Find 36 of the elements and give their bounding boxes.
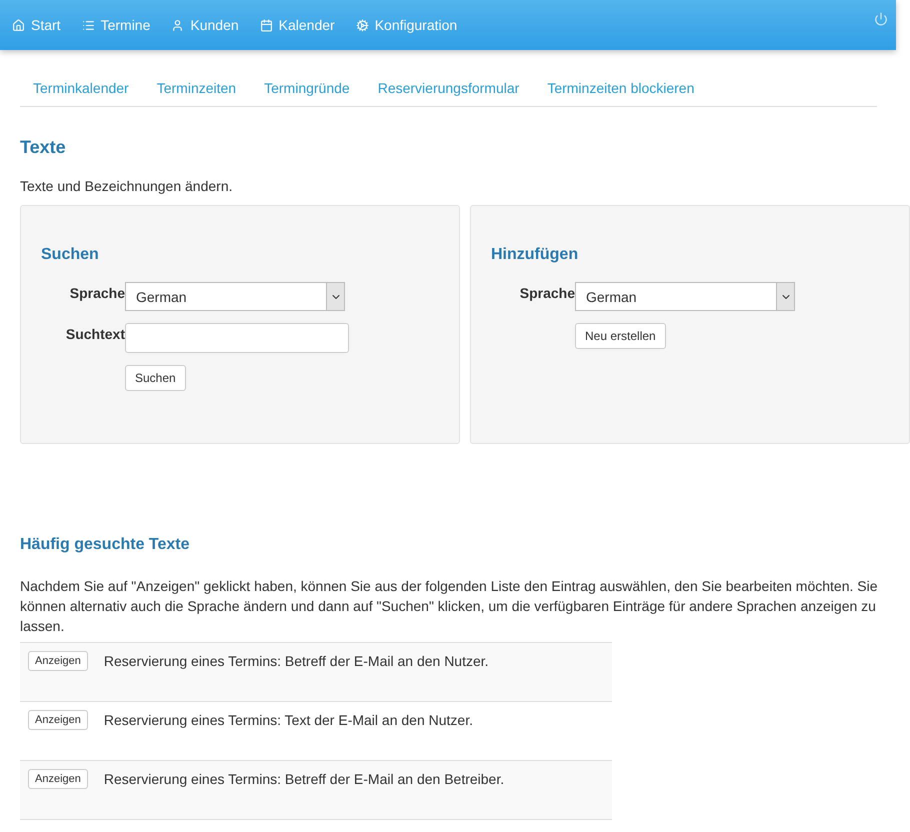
gears-icon: [356, 18, 369, 32]
user-icon: [171, 18, 184, 32]
table-cell-text: Reservierung eines Termins: Text der E-Mail an den Nutzer.: [104, 711, 473, 728]
show-button[interactable]: Anzeigen: [28, 769, 88, 789]
create-button[interactable]: Neu erstellen: [575, 323, 666, 349]
home-icon: [12, 18, 25, 32]
nav-link[interactable]: Kalender: [260, 17, 335, 33]
section-title: Häufig gesuchte Texte: [20, 536, 191, 554]
page-title: Texte: [20, 137, 67, 158]
field-label: Suchtext: [64, 325, 125, 342]
calendar-icon: [260, 18, 273, 32]
field-label: Sprache: [68, 284, 125, 301]
panel-title: Hinzufügen: [491, 246, 580, 264]
power-icon[interactable]: [874, 12, 888, 26]
sub-nav-link[interactable]: Terminkalender: [33, 80, 129, 96]
sub-nav-link[interactable]: Reservierungsformular: [378, 80, 520, 96]
table-cell-text: Reservierung eines Termins: Betreff der E-Mail an den Betreiber.: [104, 770, 504, 787]
sub-nav-link[interactable]: Terminzeiten blockieren: [547, 80, 694, 96]
intro-text: Texte und Bezeichnungen ändern.: [20, 178, 234, 194]
nav-link[interactable]: Termine: [82, 17, 150, 33]
nav-link[interactable]: Konfiguration: [356, 17, 458, 33]
field-label: Sprache: [518, 284, 575, 301]
list-icon: [82, 18, 95, 32]
description-text: Nachdem Sie auf "Anzeigen" geklickt haben, können Sie aus der folgenden Liste den Eintrag auswählen, den Sie bearbeiten möchten. Sie können alternativ auch die Sprache ändern und dann auf "Suchen" klicken, um die verfügbaren Einträge für andere Sprachen anzeigen zu lassen.: [20, 577, 879, 636]
sub-nav-link[interactable]: Termingründe: [264, 80, 350, 96]
nav-link[interactable]: Start: [12, 17, 61, 33]
language-select[interactable]: German: [575, 282, 795, 311]
language-select[interactable]: German: [125, 282, 345, 311]
nav-link[interactable]: Kunden: [171, 17, 239, 33]
show-button[interactable]: Anzeigen: [28, 651, 88, 671]
search-field[interactable]: [125, 323, 349, 353]
table-cell-text: Reservierung eines Termins: Betreff der E-Mail an den Nutzer.: [104, 652, 489, 669]
show-button[interactable]: Anzeigen: [28, 710, 88, 730]
panel-title: Suchen: [41, 246, 100, 264]
search-button[interactable]: Suchen: [125, 365, 186, 391]
sub-nav-link[interactable]: Terminzeiten: [156, 80, 236, 96]
